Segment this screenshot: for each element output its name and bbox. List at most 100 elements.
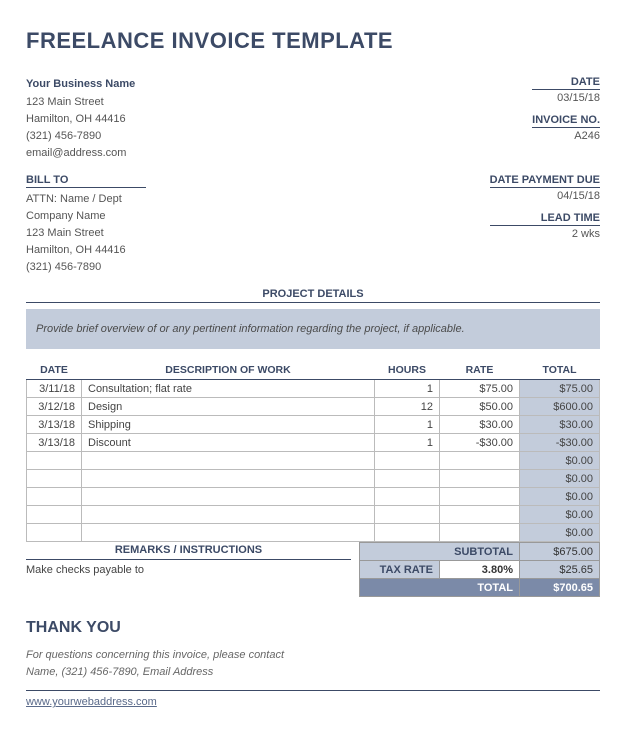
cell-rate: $50.00 [440,398,520,416]
cell-total: -$30.00 [520,434,600,452]
business-info: Your Business Name 123 Main Street Hamil… [26,76,135,162]
business-city: Hamilton, OH 44416 [26,111,135,128]
taxrate-label: TAX RATE [360,561,440,579]
cell-desc [82,470,375,488]
cell-total: $600.00 [520,398,600,416]
line-items-table: DATE DESCRIPTION OF WORK HOURS RATE TOTA… [26,361,600,542]
cell-desc: Discount [82,434,375,452]
contact-line1: For questions concerning this invoice, p… [26,647,600,664]
due-label: DATE PAYMENT DUE [490,174,600,188]
col-desc: DESCRIPTION OF WORK [82,361,375,380]
project-details-header: PROJECT DETAILS [26,288,600,303]
cell-rate: $30.00 [440,416,520,434]
cell-hours: 1 [375,416,440,434]
billto-block: BILL TO ATTN: Name / Dept Company Name 1… [26,174,146,276]
cell-date [27,506,82,524]
cell-hours: 1 [375,380,440,398]
project-details-text: Provide brief overview of or any pertine… [26,309,600,349]
cell-hours: 1 [375,434,440,452]
invoice-no-label: INVOICE NO. [532,114,600,128]
table-row: 3/13/18Shipping1$30.00$30.00 [27,416,600,434]
business-street: 123 Main Street [26,94,135,111]
due-value: 04/15/18 [490,190,600,202]
lead-label: LEAD TIME [490,212,600,226]
cell-rate: $75.00 [440,380,520,398]
billto-company: Company Name [26,208,146,225]
cell-total: $75.00 [520,380,600,398]
cell-desc: Design [82,398,375,416]
table-row: 3/11/18Consultation; flat rate1$75.00$75… [27,380,600,398]
cell-hours [375,488,440,506]
col-total: TOTAL [520,361,600,380]
cell-rate [440,470,520,488]
cell-total: $0.00 [520,452,600,470]
document-title: FREELANCE INVOICE TEMPLATE [26,28,600,54]
thankyou: THANK YOU [26,619,600,637]
billto-street: 123 Main Street [26,225,146,242]
cell-date: 3/13/18 [27,434,82,452]
table-row: 3/12/18Design12$50.00$600.00 [27,398,600,416]
cell-date [27,452,82,470]
cell-desc [82,452,375,470]
cell-date [27,524,82,542]
billto-attn: ATTN: Name / Dept [26,191,146,208]
totals-table: SUBTOTAL $675.00 TAX RATE 3.80% $25.65 T… [359,542,600,597]
cell-total: $0.00 [520,524,600,542]
table-row: $0.00 [27,488,600,506]
table-row: $0.00 [27,506,600,524]
cell-total: $30.00 [520,416,600,434]
invoice-meta-2: DATE PAYMENT DUE 04/15/18 LEAD TIME 2 wk… [490,174,600,250]
date-value: 03/15/18 [532,92,600,104]
col-hours: HOURS [375,361,440,380]
cell-hours [375,470,440,488]
cell-hours [375,452,440,470]
subtotal-label: SUBTOTAL [360,543,520,561]
lead-value: 2 wks [490,228,600,240]
remarks-header: REMARKS / INSTRUCTIONS [26,541,351,560]
billto-phone: (321) 456-7890 [26,259,146,276]
web-link[interactable]: www.yourwebaddress.com [26,690,600,708]
contact-line2: Name, (321) 456-7890, Email Address [26,664,600,681]
cell-date: 3/11/18 [27,380,82,398]
subtotal-value: $675.00 [520,543,600,561]
cell-desc: Consultation; flat rate [82,380,375,398]
cell-total: $0.00 [520,470,600,488]
taxrate-value: 3.80% [440,561,520,579]
tax-value: $25.65 [520,561,600,579]
billto-city: Hamilton, OH 44416 [26,242,146,259]
invoice-meta: DATE 03/15/18 INVOICE NO. A246 [532,76,600,152]
cell-rate [440,524,520,542]
cell-hours [375,506,440,524]
cell-date [27,470,82,488]
cell-total: $0.00 [520,506,600,524]
table-row: 3/13/18Discount1-$30.00-$30.00 [27,434,600,452]
cell-desc: Shipping [82,416,375,434]
cell-rate: -$30.00 [440,434,520,452]
col-date: DATE [27,361,82,380]
cell-date: 3/12/18 [27,398,82,416]
table-row: $0.00 [27,452,600,470]
total-label: TOTAL [360,579,520,597]
invoice-no-value: A246 [532,130,600,142]
cell-hours [375,524,440,542]
cell-desc [82,524,375,542]
table-row: $0.00 [27,524,600,542]
cell-date [27,488,82,506]
cell-rate [440,452,520,470]
cell-total: $0.00 [520,488,600,506]
col-rate: RATE [440,361,520,380]
date-label: DATE [532,76,600,90]
table-row: $0.00 [27,470,600,488]
cell-rate [440,488,520,506]
cell-date: 3/13/18 [27,416,82,434]
cell-hours: 12 [375,398,440,416]
remarks-text: Make checks payable to [26,560,351,576]
business-name: Your Business Name [26,76,135,93]
cell-desc [82,506,375,524]
total-value: $700.65 [520,579,600,597]
business-email: email@address.com [26,145,135,162]
cell-desc [82,488,375,506]
business-phone: (321) 456-7890 [26,128,135,145]
cell-rate [440,506,520,524]
billto-header: BILL TO [26,174,146,188]
